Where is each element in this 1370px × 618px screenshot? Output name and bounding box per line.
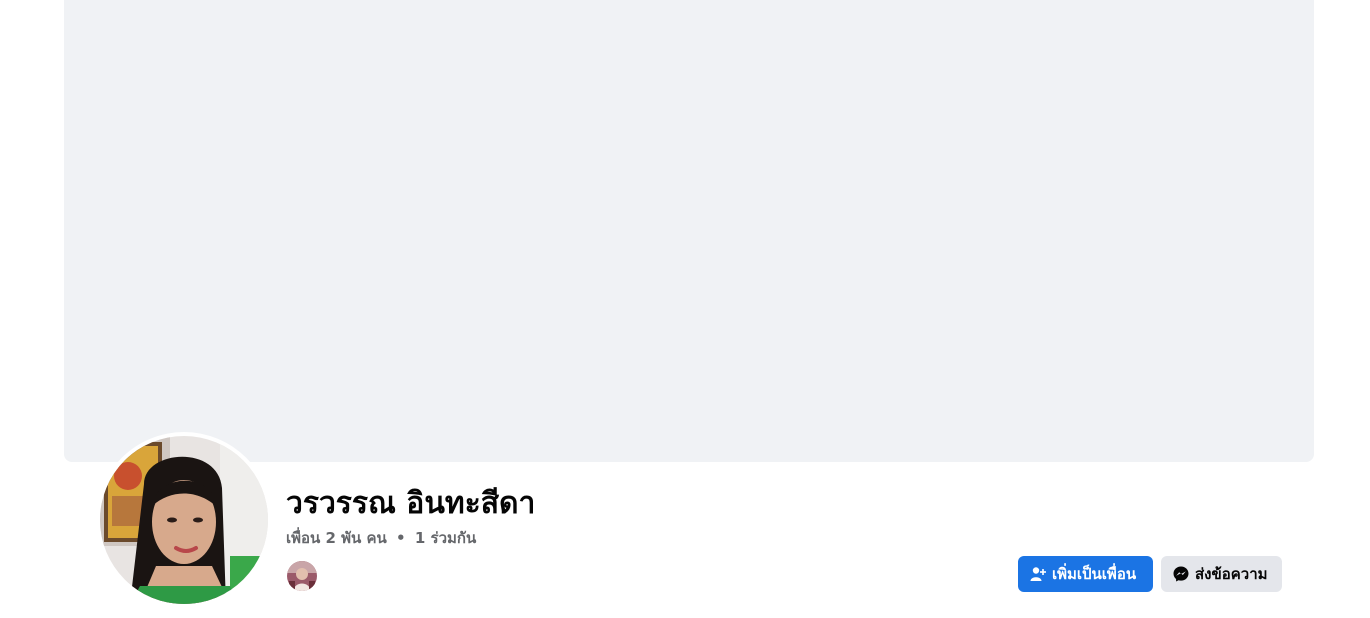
profile-meta: เพื่อน 2 พัน คน • 1 ร่วมกัน xyxy=(286,528,476,548)
cover-photo-placeholder[interactable] xyxy=(64,0,1314,462)
send-message-button[interactable]: ส่งข้อความ xyxy=(1161,556,1282,592)
mutual-friend-avatar[interactable] xyxy=(286,560,318,592)
profile-name: วรวรรณ อินทะสีดา xyxy=(286,486,536,521)
friends-count-link[interactable]: เพื่อน 2 พัน คน xyxy=(286,529,387,547)
add-person-icon xyxy=(1030,566,1046,582)
send-message-label: ส่งข้อความ xyxy=(1195,565,1268,583)
add-friend-label: เพิ่มเป็นเพื่อน xyxy=(1052,565,1137,583)
messenger-icon xyxy=(1173,566,1189,582)
profile-page: วรวรรณ อินทะสีดา เพื่อน 2 พัน คน • 1 ร่ว… xyxy=(0,0,1370,618)
mutual-friend-avatar-image xyxy=(287,561,317,591)
add-friend-button[interactable]: เพิ่มเป็นเพื่อน xyxy=(1018,556,1153,592)
profile-picture[interactable] xyxy=(100,436,268,604)
profile-picture-image xyxy=(100,436,268,604)
meta-separator: • xyxy=(396,529,406,547)
mutual-friends-link[interactable]: 1 ร่วมกัน xyxy=(415,529,476,547)
